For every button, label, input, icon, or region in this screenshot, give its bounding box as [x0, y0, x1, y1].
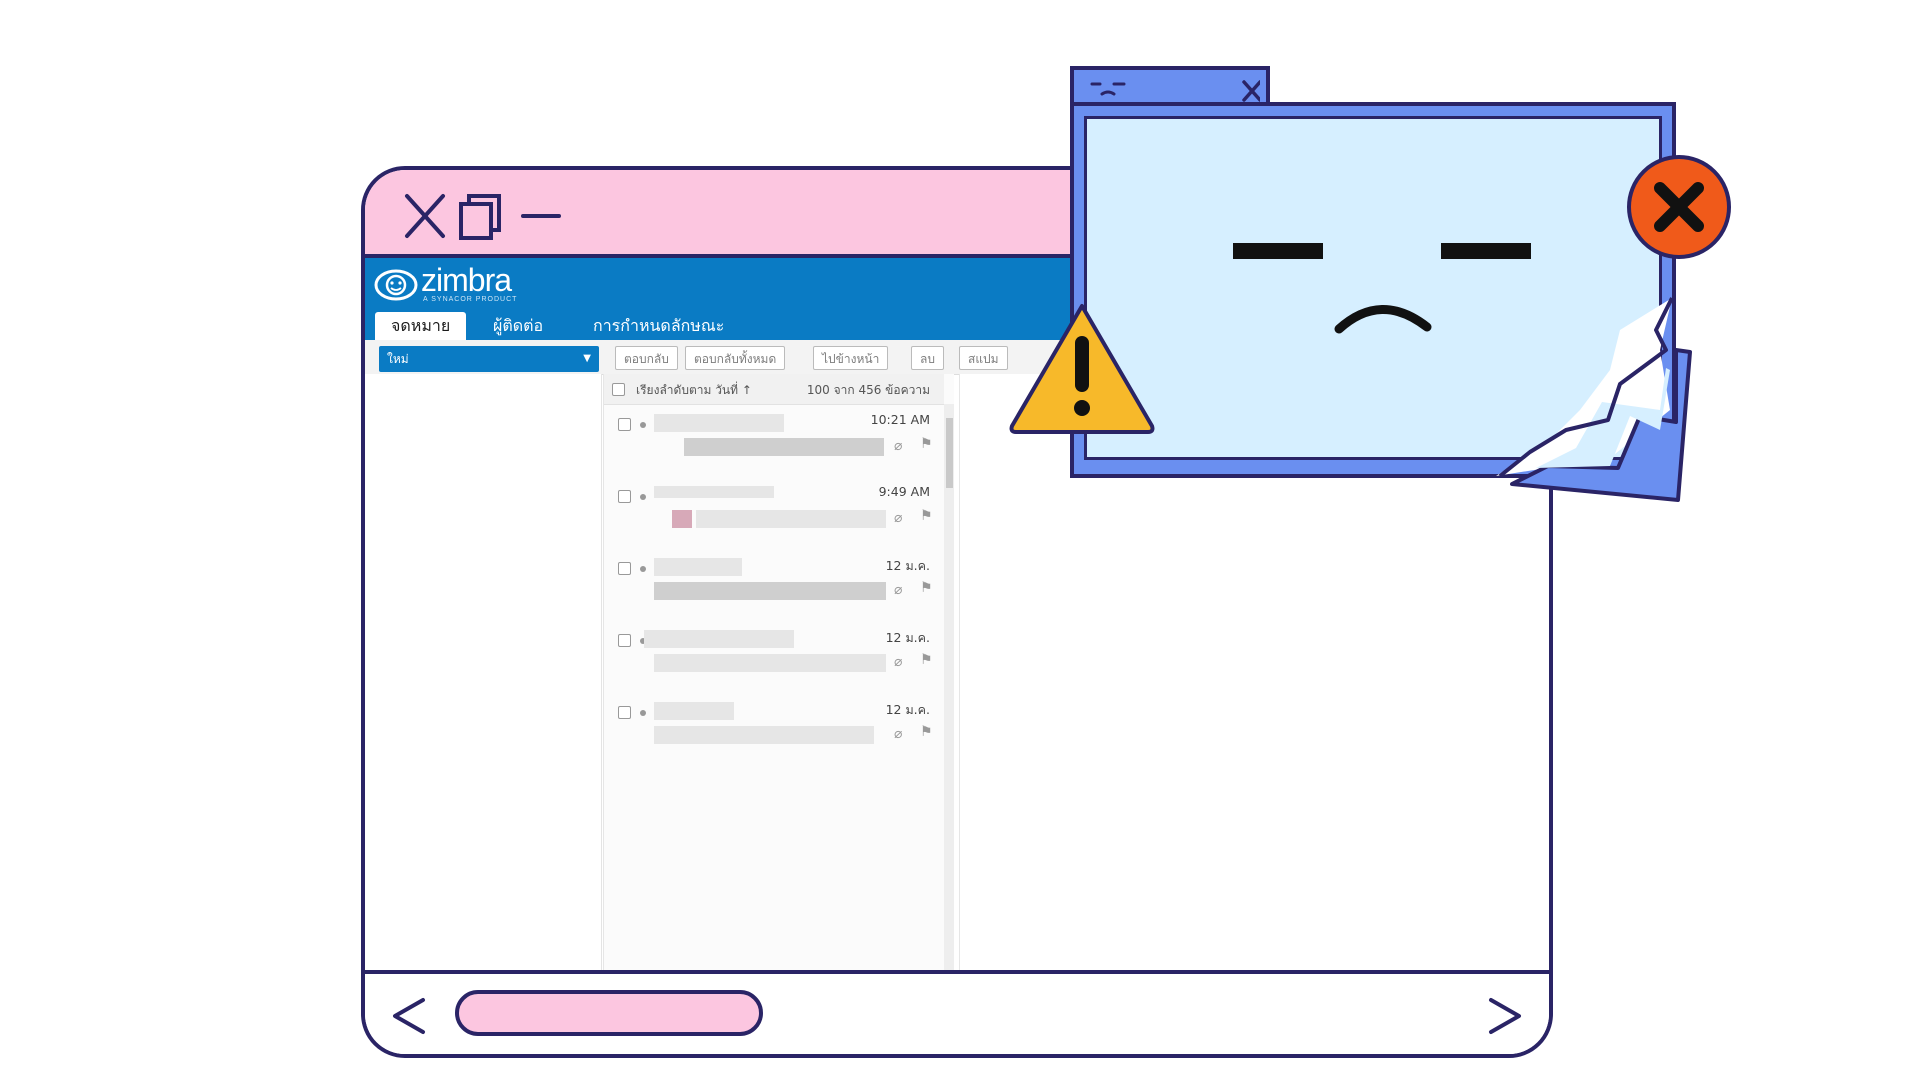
flag-icon[interactable]: ⚑ [920, 436, 933, 452]
blurred-subject [696, 510, 886, 528]
reply-button[interactable]: ตอบกลับ [615, 346, 678, 370]
blurred-sender [644, 630, 794, 648]
message-time: 9:49 AM [878, 484, 930, 499]
unread-dot-icon [640, 566, 646, 572]
flag-icon[interactable]: ⚑ [920, 508, 933, 524]
blurred-sender [654, 558, 742, 576]
message-row[interactable]: 9:49 AM ⌀ ⚑ [604, 478, 944, 550]
flag-icon[interactable]: ⚑ [920, 724, 933, 740]
row-checkbox[interactable] [618, 418, 631, 431]
tiny-sad-face-icon [1090, 82, 1126, 96]
sort-text: เรียงลำดับตาม วันที่ [636, 383, 739, 397]
tab-preferences[interactable]: การกำหนดลักษณะ [577, 312, 740, 340]
blurred-subject [654, 582, 886, 600]
blurred-sender [654, 702, 734, 720]
message-count: 100 จาก 456 ข้อความ [806, 383, 930, 397]
row-checkbox[interactable] [618, 562, 631, 575]
crack-shard [1496, 297, 1692, 502]
spam-button[interactable]: สแปม [959, 346, 1008, 370]
flag-icon[interactable]: ⚑ [920, 652, 933, 668]
paperclip-icon: ⌀ [894, 438, 903, 454]
dropdown-caret-icon[interactable]: ▼ [583, 346, 591, 372]
message-list: เรียงลำดับตาม วันที่ ↑ 100 จาก 456 ข้อคว… [603, 374, 954, 976]
paperclip-icon: ⌀ [894, 582, 903, 598]
blurred-subject [654, 654, 886, 672]
zimbra-logo-text: zimbra [421, 262, 512, 298]
message-time: 10:21 AM [870, 412, 930, 427]
row-checkbox[interactable] [618, 634, 631, 647]
paperclip-icon: ⌀ [894, 726, 903, 742]
zimbra-logo-icon [374, 269, 418, 301]
list-header: เรียงลำดับตาม วันที่ ↑ 100 จาก 456 ข้อคว… [604, 374, 944, 405]
window-controls [405, 194, 561, 240]
warning-icon [1009, 304, 1155, 434]
sort-label[interactable]: เรียงลำดับตาม วันที่ ↑ [636, 381, 752, 400]
close-icon[interactable] [1242, 80, 1260, 102]
reply-all-button[interactable]: ตอบกลับทั้งหมด [685, 346, 786, 370]
tab-contacts[interactable]: ผู้ติดต่อ [477, 312, 559, 340]
restore-icon[interactable] [459, 194, 501, 240]
bottom-scroll-bar [365, 970, 1549, 1054]
unread-dot-icon [640, 710, 646, 716]
blurred-subject [684, 438, 884, 456]
message-row[interactable]: 10:21 AM ⌀ ⚑ [604, 406, 944, 478]
blurred-subject [654, 726, 874, 744]
flag-icon[interactable]: ⚑ [920, 580, 933, 596]
message-time: 12 ม.ค. [885, 630, 930, 645]
forward-button[interactable]: ไปข้างหน้า [813, 346, 889, 370]
tab-mail[interactable]: จดหมาย [375, 312, 467, 340]
new-button[interactable]: ใหม่ ▼ [379, 346, 599, 372]
close-icon[interactable] [405, 194, 445, 238]
new-button-label: ใหม่ [387, 352, 409, 366]
message-row[interactable]: 12 ม.ค. ⌀ ⚑ [604, 694, 944, 766]
blurred-sender [654, 414, 784, 432]
row-checkbox[interactable] [618, 490, 631, 503]
message-time: 12 ม.ค. [885, 558, 930, 573]
chevron-right-icon[interactable] [1485, 996, 1525, 1036]
message-time: 12 ม.ค. [885, 702, 930, 717]
blurred-avatar [672, 510, 692, 528]
blurred-sender [654, 486, 774, 498]
zimbra-logo-subtitle: A SYNACOR PRODUCT [423, 296, 518, 303]
chevron-left-icon[interactable] [389, 996, 429, 1036]
list-scrollbar-thumb[interactable] [946, 418, 953, 488]
row-checkbox[interactable] [618, 706, 631, 719]
select-all-checkbox[interactable] [612, 383, 625, 396]
message-row[interactable]: 12 ม.ค. ⌀ ⚑ [604, 622, 944, 694]
delete-button[interactable]: ลบ [911, 346, 944, 370]
list-scrollbar[interactable] [944, 404, 954, 976]
sort-arrow-icon: ↑ [741, 383, 752, 397]
paperclip-icon: ⌀ [894, 654, 903, 670]
horizontal-scroll-thumb[interactable] [455, 990, 763, 1036]
unread-dot-icon [640, 422, 646, 428]
folder-panel [365, 374, 602, 976]
unread-dot-icon [640, 494, 646, 500]
paperclip-icon: ⌀ [894, 510, 903, 526]
message-row[interactable]: 12 ม.ค. ⌀ ⚑ [604, 550, 944, 622]
error-x-icon[interactable] [1624, 152, 1734, 262]
